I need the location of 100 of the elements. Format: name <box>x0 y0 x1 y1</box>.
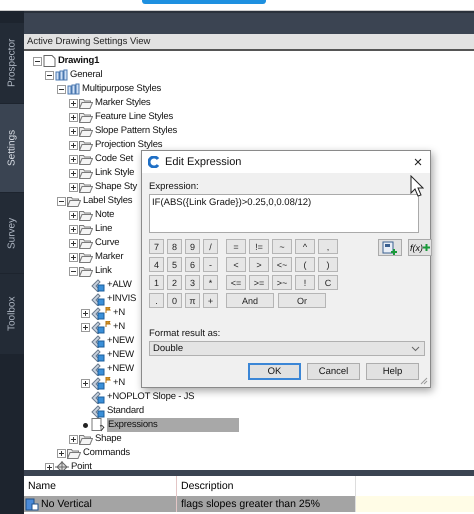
dialog-button[interactable]: Help <box>366 363 419 380</box>
keypad-key[interactable]: . <box>149 293 164 308</box>
expander-icon[interactable] <box>44 462 54 470</box>
tree-item[interactable]: Marker Styles <box>94 96 152 110</box>
close-button[interactable]: × <box>406 154 430 170</box>
operator-key[interactable]: != <box>249 239 269 254</box>
expander-icon[interactable] <box>44 70 54 80</box>
operator-key[interactable]: ~ <box>272 239 292 254</box>
operator-key[interactable]: And <box>226 293 274 308</box>
operator-key[interactable]: ^ <box>295 239 315 254</box>
operator-key[interactable]: <~ <box>272 257 292 272</box>
tree-item[interactable]: Line <box>94 222 114 236</box>
expander-icon[interactable] <box>68 140 78 150</box>
expander-icon[interactable] <box>68 182 78 192</box>
tree-item[interactable]: Slope Pattern Styles <box>94 124 178 138</box>
dialog-button[interactable]: OK <box>248 363 301 380</box>
expander-icon[interactable] <box>68 238 78 248</box>
column-header[interactable]: Description <box>177 476 355 496</box>
expander-icon[interactable] <box>68 224 78 234</box>
expander-icon[interactable] <box>68 434 78 444</box>
expander-icon[interactable] <box>56 196 66 206</box>
tree-item[interactable]: Multipurpose Styles <box>81 82 162 96</box>
keypad-key[interactable]: 9 <box>185 239 200 254</box>
operator-key[interactable]: < <box>226 257 246 272</box>
tree-item[interactable]: +NEW <box>106 362 135 376</box>
tree-item[interactable]: +N <box>112 376 126 390</box>
insert-property-button[interactable] <box>378 239 402 256</box>
expander-icon[interactable] <box>68 266 78 276</box>
tree-item[interactable]: +N <box>112 320 126 334</box>
tree-item[interactable]: Projection Styles <box>94 138 164 152</box>
keypad-key[interactable]: 1 <box>149 275 164 290</box>
expression-label: Expression: <box>149 181 200 192</box>
keypad-key[interactable]: 2 <box>167 275 182 290</box>
tree-item[interactable]: Expressions <box>107 418 239 432</box>
expander-icon[interactable] <box>32 56 42 66</box>
operator-key[interactable]: Or <box>278 293 326 308</box>
keypad-key[interactable]: + <box>203 293 218 308</box>
dialog-button[interactable]: Cancel <box>307 363 360 380</box>
expander-icon[interactable] <box>56 84 66 94</box>
tree-item[interactable]: Link Style <box>94 166 136 180</box>
keypad-key[interactable]: - <box>203 257 218 272</box>
tree-item[interactable]: +NEW <box>106 334 135 348</box>
expander-icon[interactable] <box>68 168 78 178</box>
tree-item[interactable]: +N <box>112 306 126 320</box>
operator-key[interactable]: = <box>226 239 246 254</box>
tree-item[interactable]: General <box>69 68 104 82</box>
tree-item[interactable]: Feature Line Styles <box>94 110 174 124</box>
keypad-key[interactable]: 3 <box>185 275 200 290</box>
operator-key[interactable]: ( <box>295 257 315 272</box>
operator-key[interactable]: <= <box>226 275 246 290</box>
tree-item[interactable]: Note <box>94 208 116 222</box>
operator-key[interactable]: ! <box>295 275 315 290</box>
expander-icon[interactable] <box>68 210 78 220</box>
tree-item[interactable]: Marker <box>94 250 124 264</box>
tree-item[interactable]: +NOPLOT Slope - JS <box>106 390 196 404</box>
operator-key[interactable]: > <box>249 257 269 272</box>
expander-icon[interactable] <box>80 378 90 388</box>
expander-icon[interactable] <box>68 98 78 108</box>
tree-item[interactable]: +NEW <box>106 348 135 362</box>
keypad-key[interactable]: 6 <box>185 257 200 272</box>
side-tab[interactable]: Settings <box>0 104 24 192</box>
tree-item[interactable]: Shape Sty <box>94 180 138 194</box>
format-dropdown[interactable]: Double <box>149 341 425 356</box>
tree-item[interactable]: Commands <box>82 446 131 460</box>
operator-key[interactable]: ) <box>318 257 338 272</box>
expander-icon[interactable] <box>68 112 78 122</box>
expander-icon[interactable] <box>68 126 78 136</box>
operator-key[interactable]: >= <box>249 275 269 290</box>
tree-item[interactable]: Label Styles <box>82 194 134 208</box>
tree-item[interactable]: Code Set <box>94 152 134 166</box>
keypad-key[interactable]: 8 <box>167 239 182 254</box>
keypad-key[interactable]: π <box>185 293 200 308</box>
tree-item[interactable]: +INVIS <box>106 292 138 306</box>
expander-icon[interactable] <box>80 308 90 318</box>
keypad-key[interactable]: * <box>203 275 218 290</box>
operator-key[interactable]: , <box>318 239 338 254</box>
side-tab[interactable]: Toolbox <box>0 274 24 354</box>
tree-item[interactable]: Shape <box>94 432 122 446</box>
expression-field[interactable]: IF(ABS({Link Grade})>0.25,0,0.08/12) <box>149 194 419 233</box>
keypad-key[interactable]: 0 <box>167 293 182 308</box>
keypad-key[interactable]: 4 <box>149 257 164 272</box>
tree-item[interactable]: Drawing1 <box>57 54 100 68</box>
side-tab[interactable]: Prospector <box>0 23 24 103</box>
tree-item[interactable]: +ALW <box>106 278 133 292</box>
operator-key[interactable]: C <box>318 275 338 290</box>
expander-icon[interactable] <box>80 322 90 332</box>
expander-icon[interactable] <box>68 154 78 164</box>
keypad-key[interactable]: / <box>203 239 218 254</box>
tree-item[interactable]: Curve <box>94 236 120 250</box>
insert-function-button[interactable]: f(x) <box>408 239 432 256</box>
tree-item[interactable]: Link <box>94 264 113 278</box>
operator-key[interactable]: >~ <box>272 275 292 290</box>
side-tab[interactable]: Survey <box>0 193 24 273</box>
expander-icon[interactable] <box>56 448 66 458</box>
keypad-key[interactable]: 7 <box>149 239 164 254</box>
tree-item[interactable]: Standard <box>106 404 145 418</box>
expander-icon[interactable] <box>68 252 78 262</box>
tree-item[interactable]: Point <box>70 460 93 470</box>
keypad-key[interactable]: 5 <box>167 257 182 272</box>
table-row[interactable]: No Vertical flags slopes greater than 25% <box>24 496 474 512</box>
